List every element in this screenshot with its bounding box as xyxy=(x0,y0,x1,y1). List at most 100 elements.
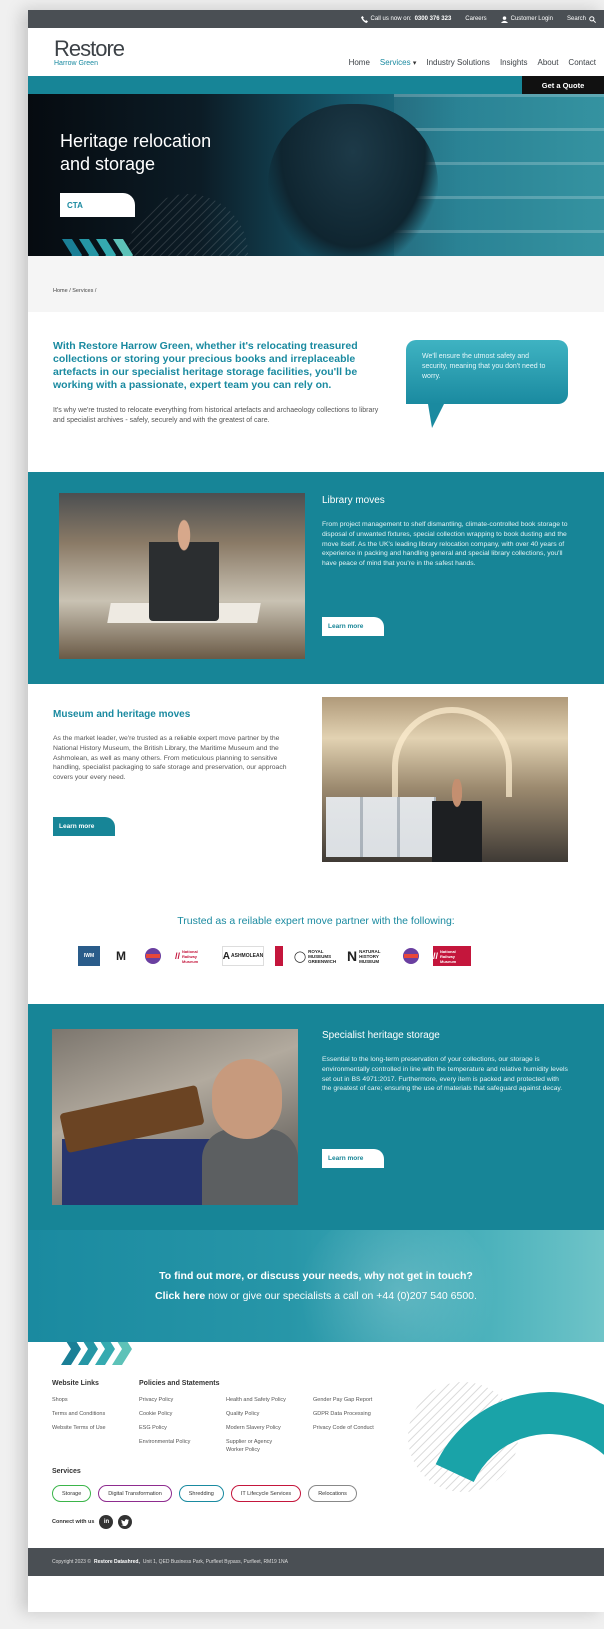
library-body: From project management to shelf dismant… xyxy=(322,521,568,568)
contact-question: To find out more, or discuss your needs,… xyxy=(159,1270,473,1282)
intro-body: It's why we're trusted to relocate every… xyxy=(53,407,379,424)
partner-logo-railway-1: //National Railway Museum xyxy=(175,946,211,966)
footer-link[interactable]: Privacy Code of Conduct xyxy=(313,1424,374,1432)
page: Call us now on: 0300 376 323 Careers Cus… xyxy=(28,10,604,1612)
customer-login-link[interactable]: Customer Login xyxy=(500,15,553,23)
chevron-icon xyxy=(78,1342,98,1365)
hero-cta-button[interactable]: CTA xyxy=(60,193,135,217)
contact-banner: To find out more, or discuss your needs,… xyxy=(28,1230,604,1342)
phone-number[interactable]: 0300 376 323 xyxy=(415,16,452,22)
footer-link[interactable]: Quality Policy xyxy=(226,1410,306,1418)
partner-logo-railway-2-label: National Railway Museum xyxy=(440,948,457,964)
photo-person xyxy=(149,511,219,621)
hero-chevrons xyxy=(62,239,133,256)
get-a-quote-button[interactable]: Get a Quote xyxy=(522,76,604,94)
footer-link[interactable]: Environmental Policy xyxy=(139,1438,190,1446)
nav-industry-solutions[interactable]: Industry Solutions xyxy=(426,58,490,67)
library-learn-more-button[interactable]: Learn more xyxy=(322,617,384,636)
nav-about[interactable]: About xyxy=(538,58,559,67)
rmg-circle-icon: ◯ xyxy=(293,950,307,963)
contact-background-face xyxy=(298,1230,498,1342)
nhm-n-mark: N xyxy=(347,948,358,964)
trusted-partners-section: Trusted as a reilable expert move partne… xyxy=(28,888,604,1004)
tag-relocations[interactable]: Relocations xyxy=(308,1485,357,1502)
logo-wordmark: Restore xyxy=(54,36,125,61)
search-link[interactable]: Search xyxy=(566,15,596,23)
breadcrumb-area: Home / Services / xyxy=(28,256,604,312)
hero-person-image xyxy=(268,104,438,256)
partner-logo-rmg: ◯ ROYAL MUSEUMS GREENWICH xyxy=(294,946,336,966)
copyright-prefix: Copyright 2023 © xyxy=(52,1559,91,1565)
museum-learn-more-button[interactable]: Learn more xyxy=(53,817,115,836)
partner-logo-badge xyxy=(142,946,164,966)
photo-man xyxy=(432,779,482,862)
trusted-title: Trusted as a reilable expert move partne… xyxy=(177,915,455,927)
social-links: Connect with us in xyxy=(52,1515,133,1529)
partner-logo-ashmolean-label: ASHMOLEAN xyxy=(231,953,264,959)
call-label: Call us now on: xyxy=(370,16,412,22)
storage-body: Essential to the long-term preservation … xyxy=(322,1056,568,1093)
top-utility-bar: Call us now on: 0300 376 323 Careers Cus… xyxy=(28,10,604,28)
slash-mark-icon: // xyxy=(433,951,439,961)
footer-link[interactable]: ESG Policy xyxy=(139,1424,190,1432)
policies-col1: Privacy Policy Cookie Policy ESG Policy … xyxy=(139,1396,190,1446)
services-tags: Storage Digital Transformation Shredding… xyxy=(52,1485,357,1502)
partner-logo-ashmolean: A ASHMOLEAN xyxy=(222,946,264,966)
chevron-icon xyxy=(96,239,116,256)
copyright-address: Unit 1, QED Business Park, Purfleet Bypa… xyxy=(142,1559,288,1565)
museum-title: Museum and heritage moves xyxy=(53,709,191,720)
call-us[interactable]: Call us now on: 0300 376 323 xyxy=(360,15,452,23)
partner-logo-badge-2 xyxy=(400,946,422,966)
quote-bar: Get a Quote xyxy=(28,76,604,94)
twitter-icon[interactable] xyxy=(118,1515,133,1529)
chevron-icon xyxy=(112,1342,132,1365)
breadcrumb[interactable]: Home / Services / xyxy=(53,288,96,294)
tag-storage[interactable]: Storage xyxy=(52,1485,92,1502)
footer-link[interactable]: Modern Slavery Policy xyxy=(226,1424,306,1432)
search-label: Search xyxy=(566,16,586,22)
nav-contact[interactable]: Contact xyxy=(568,58,596,67)
footer-chevrons xyxy=(61,1342,132,1365)
main-nav: Home Services ▾ Industry Solutions Insig… xyxy=(349,58,596,67)
footer-link[interactable]: Health and Safety Policy xyxy=(226,1396,306,1404)
nav-services[interactable]: Services ▾ xyxy=(380,58,416,67)
partner-logo-red-bar xyxy=(275,946,283,966)
footer-link[interactable]: Terms and Conditions xyxy=(52,1410,106,1418)
contact-line: Click here now or give our specialists a… xyxy=(28,1290,604,1302)
linkedin-icon[interactable]: in xyxy=(99,1515,114,1529)
footer-link[interactable]: Supplier or Agency Worker Policy xyxy=(226,1438,286,1454)
photo-boxes xyxy=(326,797,436,857)
photo-body xyxy=(202,1129,298,1205)
search-icon xyxy=(589,15,596,23)
hero-title-line1: Heritage relocation xyxy=(60,131,212,151)
museum-photo xyxy=(322,697,568,862)
footer-link[interactable]: Shops xyxy=(52,1396,106,1404)
partner-logo-nhm: N NATURAL HISTORY MUSEUM xyxy=(347,946,389,966)
nav-insights[interactable]: Insights xyxy=(500,58,528,67)
footer-link[interactable]: GDPR Data Processing xyxy=(313,1410,374,1418)
careers-link[interactable]: Careers xyxy=(465,16,486,22)
policies-col3: Gender Pay Gap Report GDPR Data Processi… xyxy=(313,1396,374,1432)
logo[interactable]: Restore Harrow Green xyxy=(54,36,125,67)
footer-link[interactable]: Website Terms of Use xyxy=(52,1424,106,1432)
footer-link[interactable]: Privacy Policy xyxy=(139,1396,190,1404)
heritage-storage-section: Specialist heritage storage Essential to… xyxy=(28,1004,604,1230)
contact-call-text: now or give our specialists a call on +4… xyxy=(205,1290,477,1302)
slash-mark-icon: // xyxy=(175,951,181,961)
chevron-icon xyxy=(95,1342,115,1365)
hero-title-line2: and storage xyxy=(60,154,156,174)
click-here-link[interactable]: Click here xyxy=(155,1290,205,1302)
connect-label: Connect with us xyxy=(52,1519,95,1525)
nav-home[interactable]: Home xyxy=(349,58,370,67)
nav-services-label: Services xyxy=(379,58,411,67)
tag-digital-transformation[interactable]: Digital Transformation xyxy=(98,1485,172,1502)
tag-it-lifecycle-services[interactable]: IT Lifecycle Services xyxy=(230,1485,302,1502)
chevron-icon xyxy=(62,239,82,256)
storage-learn-more-button[interactable]: Learn more xyxy=(322,1149,384,1168)
footer-link[interactable]: Gender Pay Gap Report xyxy=(313,1396,374,1404)
tag-shredding[interactable]: Shredding xyxy=(178,1485,224,1502)
footer-link[interactable]: Cookie Policy xyxy=(139,1410,190,1418)
badge-icon xyxy=(403,948,419,964)
phone-icon xyxy=(360,15,368,23)
storage-title: Specialist heritage storage xyxy=(322,1030,440,1041)
